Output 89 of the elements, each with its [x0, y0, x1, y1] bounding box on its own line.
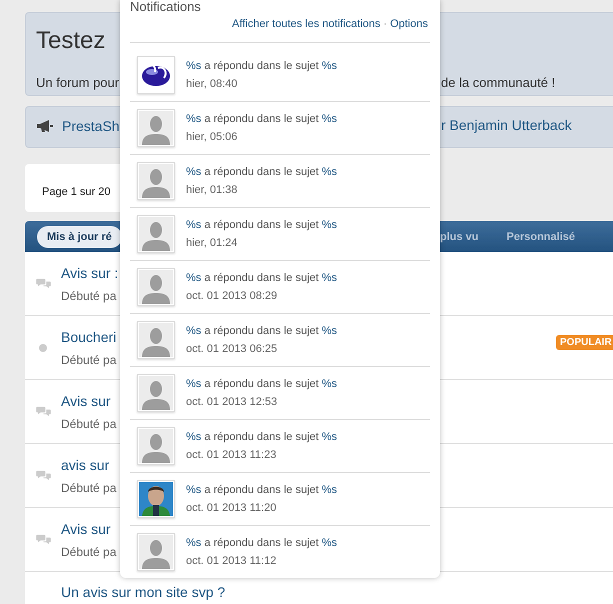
- megaphone-icon: [36, 119, 54, 133]
- announcement-link[interactable]: PrestaSh: [62, 118, 120, 134]
- status-dot-icon: [39, 344, 47, 352]
- topic-author: Débuté pa: [61, 352, 116, 366]
- notification-text: %s a répondu dans le sujet %s: [186, 378, 338, 390]
- notifications-link[interactable]: Afficher toutes les notifications: [232, 18, 380, 30]
- sort-tab[interactable]: Personnalisé: [496, 226, 585, 248]
- topic-link[interactable]: %s: [322, 325, 338, 337]
- topic-link[interactable]: %s: [322, 378, 338, 390]
- forum-description: de la communauté !: [441, 75, 556, 90]
- notification-time: oct. 01 2013 11:20: [186, 502, 278, 514]
- notification-item[interactable]: %s a répondu dans le sujet %s oct. 01 2013 06:25: [130, 314, 430, 367]
- notification-item[interactable]: %s a répondu dans le sujet %s hier, 01:24: [130, 208, 430, 261]
- announcement-link[interactable]: r Benjamin Utterback: [441, 117, 572, 133]
- user-link[interactable]: %s: [186, 325, 202, 337]
- forum-description: Un forum pour: [36, 75, 120, 90]
- notification-item[interactable]: %s a répondu dans le sujet %s hier, 08:40: [130, 49, 430, 102]
- chat-bubbles-icon: [36, 534, 50, 545]
- topic-author: Débuté pa: [61, 544, 116, 558]
- notification-text: %s a répondu dans le sujet %s: [186, 113, 338, 125]
- topic-author: Débuté pa: [61, 416, 116, 430]
- notification-time: oct. 01 2013 11:23: [186, 449, 278, 461]
- popup-title: Notifications: [130, 0, 202, 14]
- notification-time: oct. 01 2013 08:29: [186, 290, 278, 302]
- avatar-icon: [139, 535, 173, 569]
- avatar-icon: [139, 270, 173, 304]
- user-link[interactable]: %s: [186, 484, 202, 496]
- topic-title[interactable]: Avis sur: [61, 392, 116, 408]
- notification-time: oct. 01 2013 06:25: [186, 343, 278, 355]
- notification-text: %s a répondu dans le sujet %s: [186, 60, 338, 72]
- topic-link[interactable]: %s: [322, 219, 338, 231]
- link-separator: ·: [383, 18, 388, 30]
- topic-title[interactable]: Avis sur: [61, 520, 116, 536]
- topic-link[interactable]: %s: [322, 113, 338, 125]
- notification-text: %s a répondu dans le sujet %s: [186, 484, 338, 496]
- avatar-icon: [139, 429, 173, 463]
- chat-bubbles-icon: [36, 470, 50, 481]
- notification-item[interactable]: %s a répondu dans le sujet %s oct. 01 2013 11:23: [130, 420, 430, 473]
- notification-item[interactable]: %s a répondu dans le sujet %s oct. 01 2013 11:20: [130, 473, 430, 526]
- avatar-icon: [139, 164, 173, 198]
- sort-tab[interactable]: plus vu: [440, 226, 489, 248]
- chat-bubbles-icon: [36, 278, 50, 289]
- topic-title[interactable]: avis sur: [61, 456, 116, 472]
- notification-time: hier, 01:24: [186, 237, 238, 249]
- user-link[interactable]: %s: [186, 60, 202, 72]
- notification-time: oct. 01 2013 12:53: [186, 396, 278, 408]
- notification-time: hier, 08:40: [186, 78, 238, 90]
- avatar-icon: [139, 376, 173, 410]
- topic-author: Débuté pa: [61, 288, 118, 302]
- chat-bubbles-icon: [36, 406, 50, 417]
- notification-time: oct. 01 2013 11:12: [186, 555, 278, 567]
- topic-author: Débuté pa: [61, 480, 116, 494]
- notification-item[interactable]: %s a répondu dans le sujet %s oct. 01 2013 08:29: [130, 261, 430, 314]
- topic-link[interactable]: %s: [322, 272, 338, 284]
- avatar-icon: [139, 323, 173, 357]
- notification-text: %s a répondu dans le sujet %s: [186, 272, 338, 284]
- notifications-link[interactable]: Options: [390, 18, 428, 30]
- user-link[interactable]: %s: [186, 537, 202, 549]
- sort-tab[interactable]: Mis à jour ré: [37, 226, 122, 248]
- topic-title[interactable]: Boucheri: [61, 328, 116, 344]
- topic-title[interactable]: Un avis sur mon site svp ?: [61, 584, 226, 600]
- notification-item[interactable]: %s a répondu dans le sujet %s oct. 01 2013 12:53: [130, 367, 430, 420]
- notification-item[interactable]: %s a répondu dans le sujet %s hier, 01:38: [130, 155, 430, 208]
- topic-link[interactable]: %s: [322, 431, 338, 443]
- notification-text: %s a répondu dans le sujet %s: [186, 325, 338, 337]
- avatar-icon: [139, 217, 173, 251]
- user-link[interactable]: %s: [186, 166, 202, 178]
- notification-text: %s a répondu dans le sujet %s: [186, 166, 338, 178]
- notification-text: %s a répondu dans le sujet %s: [186, 219, 338, 231]
- topic-link[interactable]: %s: [322, 60, 338, 72]
- page-count: Page 1 sur 20: [42, 186, 110, 198]
- notification-item[interactable]: %s a répondu dans le sujet %s oct. 01 2013 11:12: [130, 526, 430, 578]
- topic-link[interactable]: %s: [322, 166, 338, 178]
- notification-item[interactable]: %s a répondu dans le sujet %s hier, 05:06: [130, 102, 430, 155]
- notification-time: hier, 05:06: [186, 131, 238, 143]
- user-link[interactable]: %s: [186, 272, 202, 284]
- user-link[interactable]: %s: [186, 431, 202, 443]
- user-link[interactable]: %s: [186, 113, 202, 125]
- topic-link[interactable]: %s: [322, 537, 338, 549]
- notification-time: hier, 01:38: [186, 184, 238, 196]
- user-link[interactable]: %s: [186, 378, 202, 390]
- user-link[interactable]: %s: [186, 219, 202, 231]
- topic-link[interactable]: %s: [322, 484, 338, 496]
- avatar-icon: [139, 111, 173, 145]
- notification-text: %s a répondu dans le sujet %s: [186, 537, 338, 549]
- notification-text: %s a répondu dans le sujet %s: [186, 431, 338, 443]
- topic-title[interactable]: Avis sur :: [61, 264, 118, 280]
- forum-title: Testez: [36, 27, 106, 55]
- popular-badge: POPULAIR: [556, 335, 613, 350]
